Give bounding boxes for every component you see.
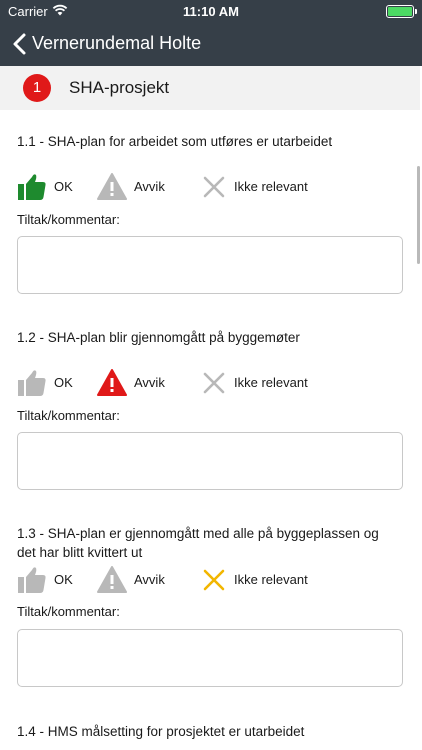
ikke-relevant-label: Ikke relevant xyxy=(234,179,308,194)
comment-input[interactable] xyxy=(17,629,403,687)
back-chevron-icon[interactable] xyxy=(10,32,32,56)
section-number-badge: 1 xyxy=(23,74,51,102)
avvik-label: Avvik xyxy=(134,179,165,194)
comment-label: Tiltak/kommentar: xyxy=(17,604,120,619)
comment-input[interactable] xyxy=(17,432,403,490)
scrollbar[interactable] xyxy=(417,166,420,264)
warning-triangle-icon xyxy=(97,173,127,200)
checklist-item: 1.3 - SHA-plan er gjennomgått med alle p… xyxy=(0,502,420,701)
item-question: 1.4 - HMS målsetting for prosjektet er u… xyxy=(17,724,305,739)
checklist-item: 1.4 - HMS målsetting for prosjektet er u… xyxy=(0,700,420,750)
comment-label: Tiltak/kommentar: xyxy=(17,212,120,227)
ikke-relevant-label: Ikke relevant xyxy=(234,375,308,390)
close-x-icon xyxy=(203,176,225,198)
checklist-item: 1.1 - SHA-plan for arbeidet som utføres … xyxy=(0,110,420,307)
thumbs-up-icon xyxy=(18,567,46,593)
ikke-relevant-label: Ikke relevant xyxy=(234,572,308,587)
item-question: 1.2 - SHA-plan blir gjennomgått på bygge… xyxy=(17,330,300,345)
checklist-item: 1.2 - SHA-plan blir gjennomgått på bygge… xyxy=(0,306,420,503)
thumbs-up-icon xyxy=(18,174,46,200)
nav-title[interactable]: Vernerundemal Holte xyxy=(32,33,201,54)
item-question: 1.3 - SHA-plan er gjennomgått med alle p… xyxy=(17,526,379,560)
section-header: 1 SHA-prosjekt xyxy=(0,66,420,111)
comment-label: Tiltak/kommentar: xyxy=(17,408,120,423)
status-bar: Carrier 11:10 AM xyxy=(0,0,422,22)
ok-label: OK xyxy=(54,179,73,194)
close-x-icon xyxy=(203,569,225,591)
close-x-icon xyxy=(203,372,225,394)
thumbs-up-icon xyxy=(18,370,46,396)
ok-label: OK xyxy=(54,572,73,587)
warning-triangle-icon xyxy=(97,369,127,396)
ok-label: OK xyxy=(54,375,73,390)
section-title: SHA-prosjekt xyxy=(69,78,170,97)
navigation-bar: Vernerundemal Holte xyxy=(0,22,422,66)
battery-icon xyxy=(386,5,417,18)
avvik-label: Avvik xyxy=(134,572,165,587)
checklist-content: 1 SHA-prosjekt 1.1 - SHA-plan for arbeid… xyxy=(0,66,422,750)
clock: 11:10 AM xyxy=(183,4,239,19)
item-question: 1.1 - SHA-plan for arbeidet som utføres … xyxy=(17,134,333,149)
comment-input[interactable] xyxy=(17,236,403,294)
avvik-label: Avvik xyxy=(134,375,165,390)
warning-triangle-icon xyxy=(97,566,127,593)
